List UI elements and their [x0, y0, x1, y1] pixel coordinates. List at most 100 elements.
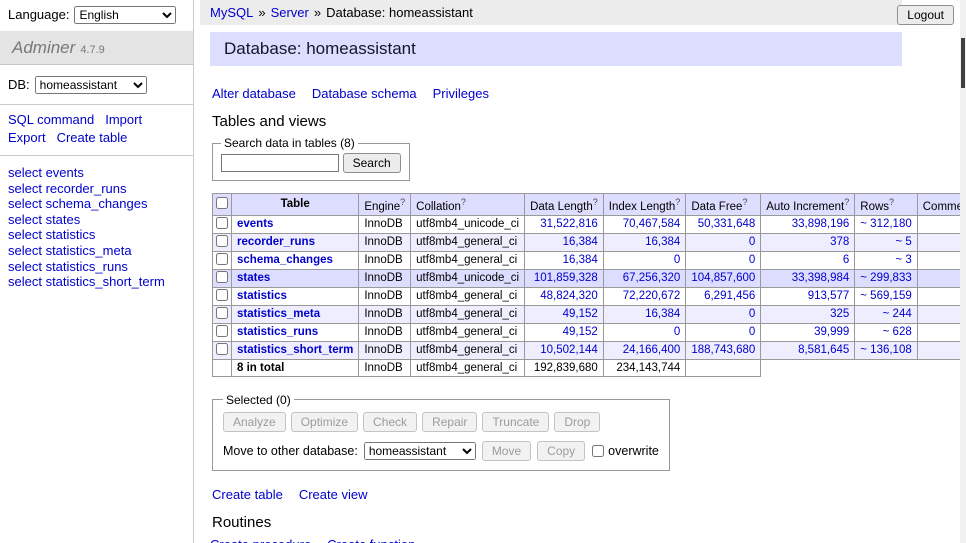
data-free-link[interactable]: 188,743,680 [691, 344, 755, 356]
link-alter-database[interactable]: Alter database [212, 86, 296, 101]
row-checkbox[interactable] [216, 253, 228, 265]
sidebar-link-select-recorder-runs[interactable]: select recorder_runs [8, 181, 185, 197]
sidebar-link-select-statistics-short-term[interactable]: select statistics_short_term [8, 274, 185, 290]
index-length-link[interactable]: 72,220,672 [623, 290, 681, 302]
index-length-link[interactable]: 0 [674, 254, 680, 266]
table-link-recorder-runs[interactable]: recorder_runs [237, 236, 315, 248]
select-all-checkbox[interactable] [216, 197, 228, 209]
help-link[interactable]: ? [593, 197, 598, 207]
table-link-states[interactable]: states [237, 272, 270, 284]
table-link-events[interactable]: events [237, 218, 273, 230]
index-length-link[interactable]: 70,467,584 [623, 218, 681, 230]
row-checkbox[interactable] [216, 217, 228, 229]
overwrite-checkbox[interactable] [592, 445, 604, 457]
check-button[interactable]: Check [363, 412, 417, 432]
table-link-statistics-meta[interactable]: statistics_meta [237, 308, 320, 320]
index-length-link[interactable]: 67,256,320 [623, 272, 681, 284]
data-free-link[interactable]: 104,857,600 [691, 272, 755, 284]
table-link-schema-changes[interactable]: schema_changes [237, 254, 333, 266]
link-create-function[interactable]: Create function [327, 537, 415, 543]
link-privileges[interactable]: Privileges [433, 86, 489, 101]
data-length-link[interactable]: 49,152 [563, 308, 598, 320]
rows-link[interactable]: ~ 136,108 [860, 344, 911, 356]
index-length-link[interactable]: 16,384 [645, 236, 680, 248]
move-db-select[interactable]: homeassistant [364, 442, 476, 460]
rows-link[interactable]: ~ 5 [895, 236, 911, 248]
breadcrumb-server[interactable]: Server [271, 5, 309, 20]
link-create-procedure[interactable]: Create procedure [210, 537, 311, 543]
data-free-link[interactable]: 0 [749, 236, 755, 248]
auto-increment-link[interactable]: 33,398,984 [792, 272, 850, 284]
data-free-link[interactable]: 0 [749, 254, 755, 266]
copy-button[interactable]: Copy [537, 441, 585, 461]
auto-increment-link[interactable]: 39,999 [814, 326, 849, 338]
db-select[interactable]: homeassistant [35, 76, 147, 94]
sidebar-link-select-statistics[interactable]: select statistics [8, 227, 185, 243]
data-length-link[interactable]: 48,824,320 [540, 290, 598, 302]
link-create-view[interactable]: Create view [299, 487, 368, 502]
row-checkbox[interactable] [216, 271, 228, 283]
move-button[interactable]: Move [482, 441, 531, 461]
table-link-statistics-short-term[interactable]: statistics_short_term [237, 344, 353, 356]
rows-link[interactable]: ~ 628 [883, 326, 912, 338]
rows-link[interactable]: ~ 299,833 [860, 272, 911, 284]
scrollbar-track[interactable] [960, 0, 966, 543]
sidebar-link-select-events[interactable]: select events [8, 165, 185, 181]
row-checkbox[interactable] [216, 289, 228, 301]
row-checkbox[interactable] [216, 307, 228, 319]
auto-increment-link[interactable]: 33,898,196 [792, 218, 850, 230]
data-length-link[interactable]: 16,384 [563, 236, 598, 248]
index-length-link[interactable]: 24,166,400 [623, 344, 681, 356]
rows-link[interactable]: ~ 569,159 [860, 290, 911, 302]
data-free-link[interactable]: 0 [749, 308, 755, 320]
data-free-link[interactable]: 0 [749, 326, 755, 338]
auto-increment-link[interactable]: 6 [843, 254, 849, 266]
help-link[interactable]: ? [844, 197, 849, 207]
sidebar-action-sql-command[interactable]: SQL command [8, 112, 94, 127]
drop-button[interactable]: Drop [554, 412, 600, 432]
help-link[interactable]: ? [889, 197, 894, 207]
rows-link[interactable]: ~ 312,180 [860, 218, 911, 230]
data-free-link[interactable]: 50,331,648 [698, 218, 756, 230]
data-free-link[interactable]: 6,291,456 [704, 290, 755, 302]
data-length-link[interactable]: 49,152 [563, 326, 598, 338]
sidebar-action-import[interactable]: Import [105, 112, 142, 127]
scrollbar-thumb[interactable] [961, 38, 965, 88]
index-length-link[interactable]: 0 [674, 326, 680, 338]
row-checkbox[interactable] [216, 235, 228, 247]
table-link-statistics-runs[interactable]: statistics_runs [237, 326, 318, 338]
help-link[interactable]: ? [400, 197, 405, 207]
data-length-link[interactable]: 31,522,816 [540, 218, 598, 230]
help-link[interactable]: ? [461, 197, 466, 207]
rows-link[interactable]: ~ 244 [883, 308, 912, 320]
sidebar-action-export[interactable]: Export [8, 130, 46, 145]
help-link[interactable]: ? [742, 197, 747, 207]
index-length-link[interactable]: 16,384 [645, 308, 680, 320]
data-length-link[interactable]: 16,384 [563, 254, 598, 266]
link-database-schema[interactable]: Database schema [312, 86, 417, 101]
repair-button[interactable]: Repair [422, 412, 477, 432]
row-checkbox[interactable] [216, 325, 228, 337]
data-length-link[interactable]: 101,859,328 [534, 272, 598, 284]
search-input[interactable] [221, 154, 339, 172]
search-button[interactable]: Search [343, 153, 401, 173]
sidebar-action-create-table[interactable]: Create table [57, 130, 128, 145]
auto-increment-link[interactable]: 378 [830, 236, 849, 248]
logout-button[interactable]: Logout [897, 5, 954, 25]
link-create-table[interactable]: Create table [212, 487, 283, 502]
analyze-button[interactable]: Analyze [223, 412, 286, 432]
rows-link[interactable]: ~ 3 [895, 254, 911, 266]
sidebar-link-select-statistics-runs[interactable]: select statistics_runs [8, 259, 185, 275]
breadcrumb-mysql[interactable]: MySQL [210, 5, 253, 20]
app-name-link[interactable]: Adminer [12, 38, 75, 57]
sidebar-link-select-states[interactable]: select states [8, 212, 185, 228]
optimize-button[interactable]: Optimize [291, 412, 358, 432]
truncate-button[interactable]: Truncate [482, 412, 549, 432]
auto-increment-link[interactable]: 325 [830, 308, 849, 320]
sidebar-link-select-statistics-meta[interactable]: select statistics_meta [8, 243, 185, 259]
auto-increment-link[interactable]: 913,577 [808, 290, 850, 302]
sidebar-link-select-schema-changes[interactable]: select schema_changes [8, 196, 185, 212]
auto-increment-link[interactable]: 8,581,645 [798, 344, 849, 356]
data-length-link[interactable]: 10,502,144 [540, 344, 598, 356]
language-select[interactable]: English [74, 6, 176, 24]
